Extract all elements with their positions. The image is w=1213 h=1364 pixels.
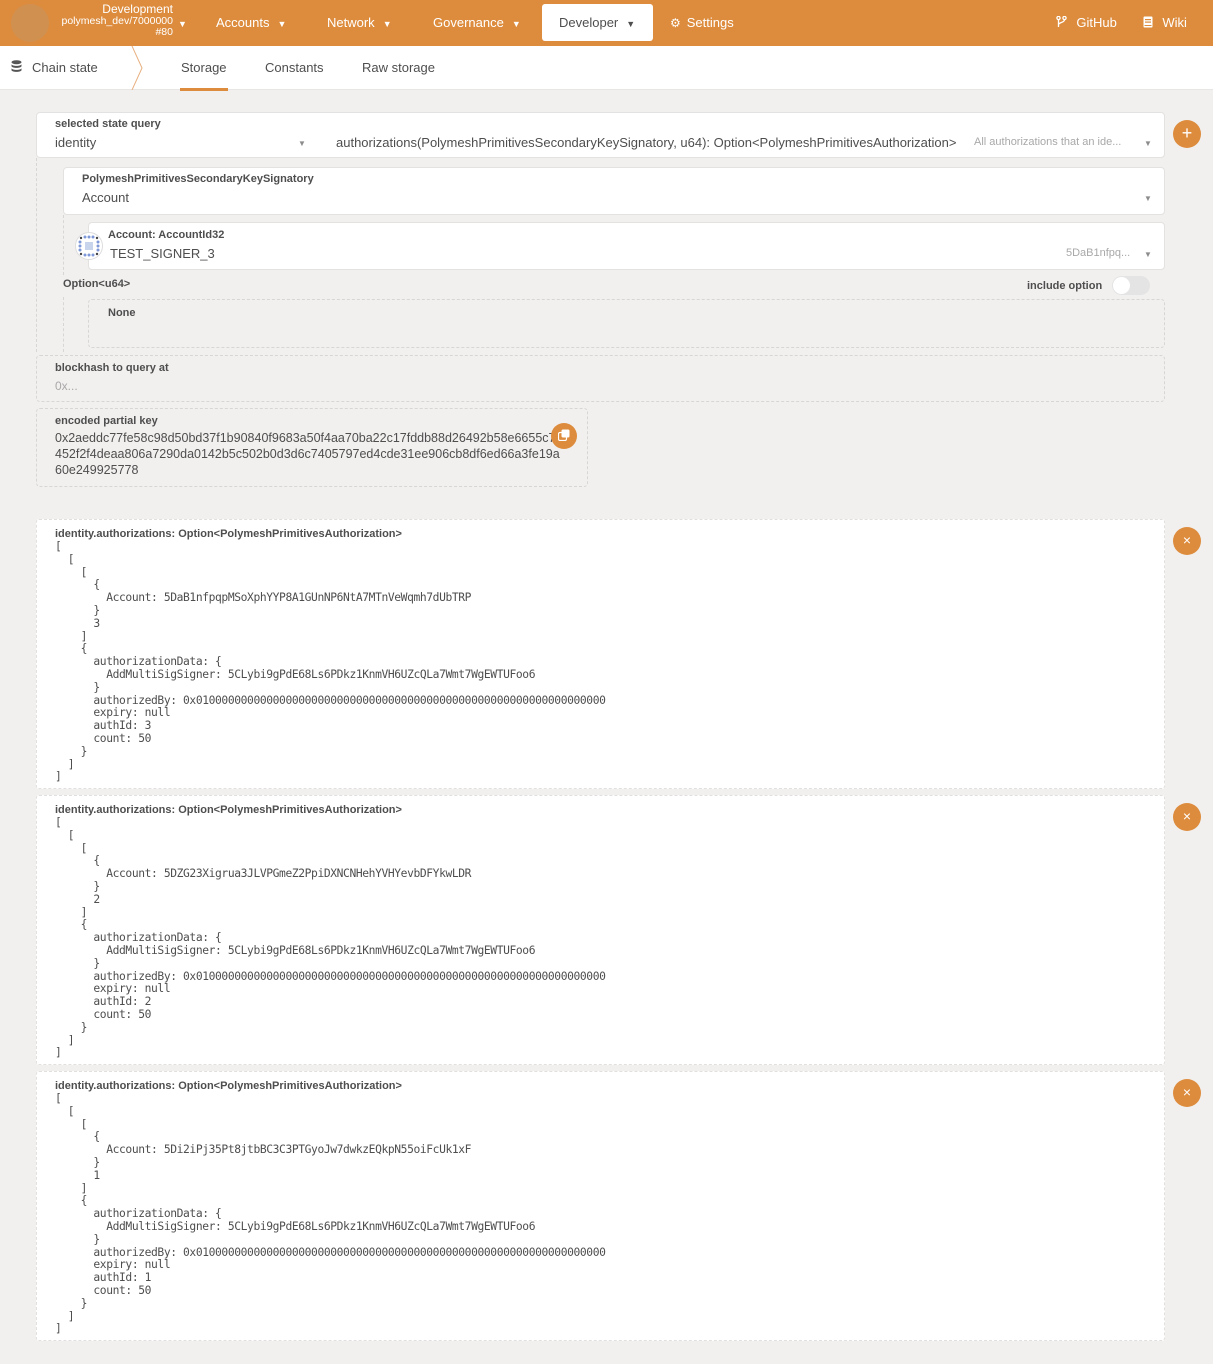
nav-settings[interactable]: ⚙ Settings xyxy=(660,4,744,41)
encoded-key-value: 0x2aeddc77fe58c98d50bd37f1b90840f9683a50… xyxy=(55,431,563,477)
state-query-label: selected state query xyxy=(55,118,161,130)
nav-settings-label: Settings xyxy=(686,15,734,30)
chevron-down-icon: ▼ xyxy=(511,19,521,29)
params-guide-line xyxy=(36,158,37,352)
chevron-down-icon[interactable]: ▼ xyxy=(1144,139,1152,148)
include-option-toggle[interactable] xyxy=(1112,276,1150,295)
params-guide-line xyxy=(63,215,64,275)
book-icon xyxy=(1143,16,1156,30)
option-label: Option<u64> xyxy=(63,278,131,290)
nav-github[interactable]: GitHub xyxy=(1046,4,1127,41)
result-value: [ [ [ { Account: 5Di2iPj35Pt8jtbBC3C3PTG… xyxy=(55,1092,606,1336)
chevron-down-icon[interactable]: ▼ xyxy=(298,139,306,148)
copy-icon xyxy=(557,429,570,442)
nav-developer[interactable]: Developer ▼ xyxy=(542,4,653,41)
breadcrumb-separator xyxy=(131,46,143,90)
gears-icon: ⚙ xyxy=(670,16,681,30)
git-branch-icon xyxy=(1056,15,1070,30)
section-title: Chain state xyxy=(11,60,98,75)
account-select[interactable] xyxy=(88,222,1165,270)
nav-accounts[interactable]: Accounts ▼ xyxy=(206,4,296,41)
query-result: identity.authorizations: Option<Polymesh… xyxy=(36,1071,1165,1341)
method-description: All authorizations that an ide... xyxy=(974,136,1122,148)
params-guide-line xyxy=(63,297,64,352)
signatory-label: PolymeshPrimitivesSecondaryKeySignatory xyxy=(82,173,314,185)
include-option-label: include option xyxy=(1027,280,1103,292)
blockhash-label: blockhash to query at xyxy=(55,362,169,374)
remove-result-button[interactable]: × xyxy=(1173,803,1201,831)
sub-navbar: Chain state Storage Constants Raw storag… xyxy=(0,46,1213,91)
chain-name: Development xyxy=(102,2,173,16)
chevron-down-icon[interactable]: ▼ xyxy=(1144,194,1152,203)
query-result: identity.authorizations: Option<Polymesh… xyxy=(36,795,1165,1065)
nav-developer-label: Developer xyxy=(559,15,619,30)
method-select[interactable]: authorizations(PolymeshPrimitivesSeconda… xyxy=(336,135,956,150)
nav-governance[interactable]: Governance ▼ xyxy=(423,4,531,41)
tab-raw-storage[interactable]: Raw storage xyxy=(362,60,435,75)
top-navbar: Development polymesh_dev/7000000 #80 ▼ A… xyxy=(0,0,1213,46)
tab-constants[interactable]: Constants xyxy=(265,60,324,75)
query-result: identity.authorizations: Option<Polymesh… xyxy=(36,519,1165,789)
option-value-box xyxy=(88,299,1165,348)
result-label: identity.authorizations: Option<Polymesh… xyxy=(55,528,402,540)
copy-button[interactable] xyxy=(551,423,577,449)
option-value: None xyxy=(108,307,136,319)
nav-github-label: GitHub xyxy=(1076,15,1117,30)
result-label: identity.authorizations: Option<Polymesh… xyxy=(55,1080,402,1092)
account-identicon xyxy=(75,232,103,260)
remove-result-button[interactable]: × xyxy=(1173,1079,1201,1107)
chain-block: #80 xyxy=(155,26,173,38)
account-name: TEST_SIGNER_3 xyxy=(110,246,215,261)
chevron-down-icon[interactable]: ▼ xyxy=(178,19,187,29)
nav-wiki[interactable]: Wiki xyxy=(1133,4,1197,41)
nav-wiki-label: Wiki xyxy=(1162,15,1187,30)
blockhash-field xyxy=(36,355,1165,402)
nav-network[interactable]: Network ▼ xyxy=(317,4,402,41)
module-select[interactable]: identity xyxy=(55,135,96,150)
encoded-key-label: encoded partial key xyxy=(55,415,158,427)
toggle-knob xyxy=(1113,277,1130,294)
result-value: [ [ [ { Account: 5DZG23Xigrua3JLVPGmeZ2P… xyxy=(55,816,606,1060)
blockhash-input[interactable]: 0x... xyxy=(55,379,78,393)
remove-result-button[interactable]: × xyxy=(1173,527,1201,555)
chevron-down-icon: ▼ xyxy=(277,19,287,29)
nav-accounts-label: Accounts xyxy=(216,15,270,30)
database-icon xyxy=(11,60,22,75)
add-query-button[interactable]: + xyxy=(1173,120,1201,148)
result-label: identity.authorizations: Option<Polymesh… xyxy=(55,804,402,816)
chevron-down-icon[interactable]: ▼ xyxy=(1144,250,1152,259)
nav-governance-label: Governance xyxy=(433,15,504,30)
chain-logo[interactable] xyxy=(11,4,49,42)
account-label: Account: AccountId32 xyxy=(108,229,225,241)
result-value: [ [ [ { Account: 5DaB1nfpqpMSoXphYYP8A1G… xyxy=(55,540,606,784)
signatory-value: Account xyxy=(82,190,129,205)
chevron-down-icon: ▼ xyxy=(626,19,636,29)
section-title-label: Chain state xyxy=(32,60,98,75)
chevron-down-icon: ▼ xyxy=(382,19,392,29)
account-address: 5DaB1nfpq... xyxy=(1066,247,1131,259)
tab-storage[interactable]: Storage xyxy=(180,60,228,91)
nav-network-label: Network xyxy=(327,15,375,30)
chain-selector[interactable]: Development polymesh_dev/7000000 #80 xyxy=(52,2,173,39)
